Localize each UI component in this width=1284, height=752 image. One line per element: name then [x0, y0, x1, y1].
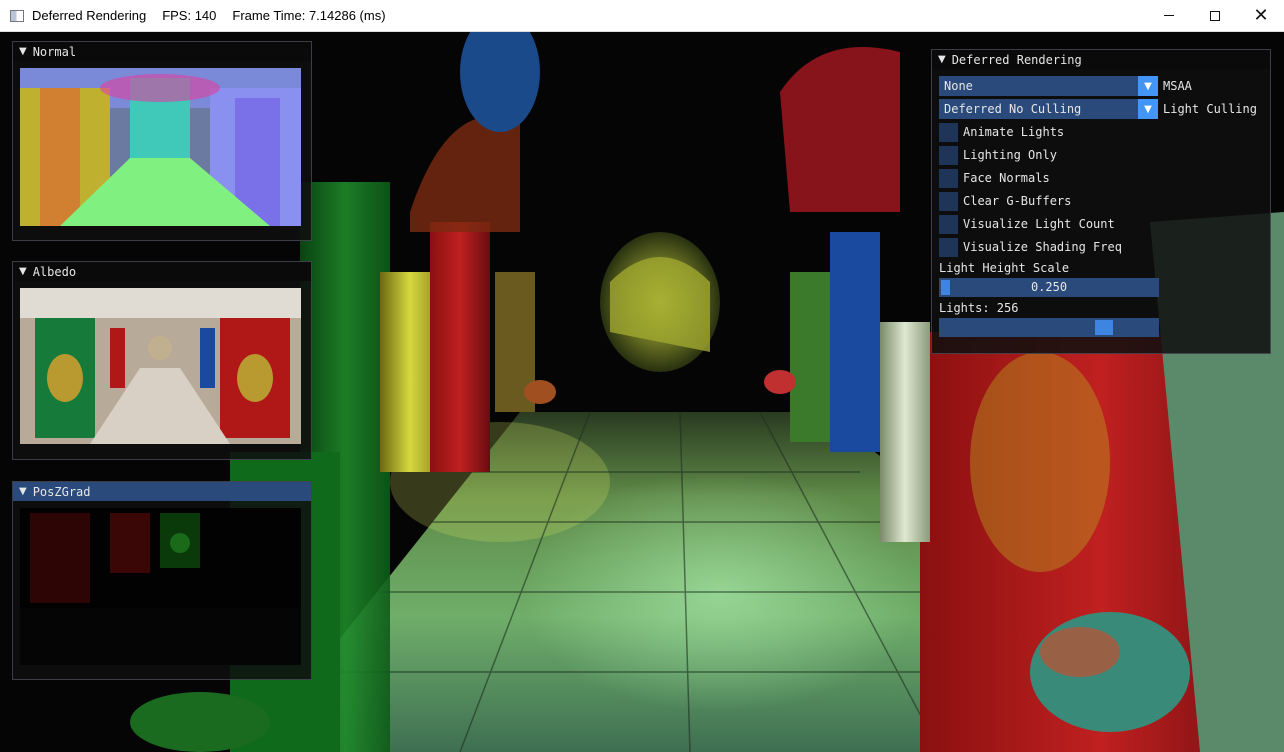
poszgrad-panel-title: PosZGrad: [32, 484, 91, 499]
lights-count-label: Lights: 256: [939, 301, 1019, 315]
checkbox-box[interactable]: [939, 168, 958, 188]
app-window: Deferred Rendering FPS: 140 Frame Time: …: [0, 0, 1284, 752]
app-icon: [10, 9, 24, 22]
msaa-combo[interactable]: None ▼: [939, 76, 1158, 96]
albedo-panel-title: Albedo: [32, 264, 77, 279]
close-icon: ✕: [1253, 4, 1269, 26]
collapse-triangle-icon[interactable]: ▼: [19, 46, 27, 57]
checkbox-clear-g-buffers[interactable]: Clear G-Buffers: [939, 191, 1071, 211]
minimize-button[interactable]: [1146, 0, 1192, 31]
checkbox-lighting-only[interactable]: Lighting Only: [939, 145, 1057, 165]
checkbox-box[interactable]: [939, 122, 958, 142]
close-button[interactable]: ✕: [1238, 0, 1284, 31]
normal-panel: ▼ Normal: [12, 41, 312, 241]
albedo-buffer-image: [20, 288, 301, 444]
light-culling-combo[interactable]: Deferred No Culling ▼: [939, 99, 1158, 119]
collapse-triangle-icon[interactable]: ▼: [19, 486, 27, 497]
normal-panel-title: Normal: [32, 44, 77, 59]
checkbox-box[interactable]: [939, 237, 958, 257]
minimize-icon: [1164, 15, 1174, 16]
lights-slider[interactable]: [939, 318, 1159, 337]
settings-panel-header[interactable]: ▼ Deferred Rendering: [932, 50, 1270, 69]
light-height-scale-slider[interactable]: 0.250: [939, 278, 1159, 297]
collapse-triangle-icon[interactable]: ▼: [19, 266, 27, 277]
msaa-combo-value: None: [944, 79, 973, 93]
light-culling-row: Deferred No Culling ▼ Light Culling: [939, 99, 1257, 119]
msaa-row: None ▼ MSAA: [939, 76, 1192, 96]
checkbox-visualize-light-count[interactable]: Visualize Light Count: [939, 214, 1115, 234]
window-controls: ✕: [1146, 0, 1284, 31]
poszgrad-panel-header[interactable]: ▼ PosZGrad: [13, 482, 311, 501]
window-title: Deferred Rendering: [32, 8, 147, 23]
normal-buffer-image: [20, 68, 301, 226]
collapse-triangle-icon[interactable]: ▼: [938, 54, 946, 65]
settings-panel: ▼ Deferred Rendering None ▼ MSAA Deferre…: [931, 49, 1271, 354]
fps-readout: FPS: 140: [162, 8, 217, 23]
light-culling-label: Light Culling: [1163, 102, 1257, 116]
light-culling-combo-value: Deferred No Culling: [944, 102, 1082, 116]
checkbox-label: Face Normals: [963, 171, 1050, 185]
checkbox-label: Animate Lights: [963, 125, 1065, 139]
chevron-down-icon[interactable]: ▼: [1138, 99, 1158, 119]
light-height-scale-value: 0.250: [1030, 280, 1068, 294]
checkbox-label: Clear G-Buffers: [963, 194, 1072, 208]
poszgrad-buffer-image: [20, 508, 301, 665]
checkbox-box[interactable]: [939, 214, 958, 234]
checkbox-box[interactable]: [939, 191, 958, 211]
normal-panel-header[interactable]: ▼ Normal: [13, 42, 311, 61]
checkbox-box[interactable]: [939, 145, 958, 165]
title-bar: Deferred Rendering FPS: 140 Frame Time: …: [0, 0, 1284, 32]
checkbox-label: Visualize Light Count: [963, 217, 1115, 231]
checkbox-visualize-shading-freq[interactable]: Visualize Shading Freq: [939, 237, 1122, 257]
checkbox-label: Lighting Only: [963, 148, 1057, 162]
slider-grab-handle[interactable]: [1095, 320, 1113, 335]
albedo-panel: ▼ Albedo: [12, 261, 312, 460]
chevron-down-icon[interactable]: ▼: [1138, 76, 1158, 96]
frame-time-readout: Frame Time: 7.14286 (ms): [232, 8, 386, 23]
checkbox-face-normals[interactable]: Face Normals: [939, 168, 1050, 188]
msaa-label: MSAA: [1163, 79, 1192, 93]
maximize-button[interactable]: [1192, 0, 1238, 31]
maximize-icon: [1210, 10, 1220, 21]
checkbox-label: Visualize Shading Freq: [963, 240, 1122, 254]
light-height-scale-label: Light Height Scale: [939, 261, 1070, 275]
settings-panel-title: Deferred Rendering: [951, 52, 1082, 67]
render-viewport[interactable]: ▼ Normal ▼ Albedo ▼ PosZGrad ▼ Deferred …: [0, 32, 1284, 752]
poszgrad-panel: ▼ PosZGrad: [12, 481, 312, 680]
albedo-panel-header[interactable]: ▼ Albedo: [13, 262, 311, 281]
checkbox-animate-lights[interactable]: Animate Lights: [939, 122, 1064, 142]
